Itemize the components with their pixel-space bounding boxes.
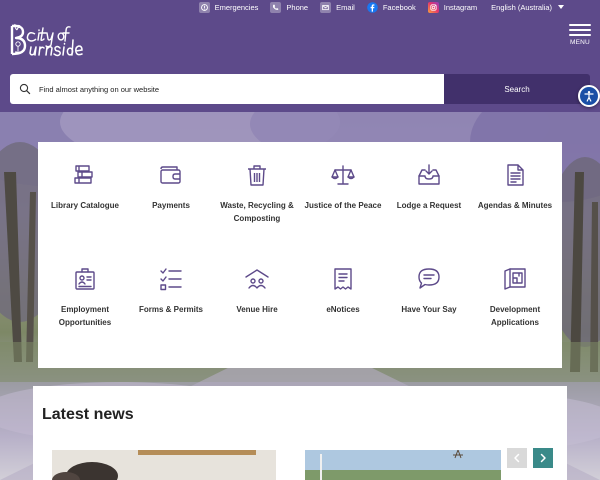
bin-icon: [244, 162, 270, 188]
carousel-prev-button[interactable]: [507, 448, 527, 468]
hamburger-icon-bar: [569, 34, 591, 36]
books-icon: [72, 162, 98, 188]
service-development-applications[interactable]: Development Applications: [472, 266, 558, 329]
facebook-label: Facebook: [382, 2, 416, 12]
facebook-link[interactable]: Facebook: [367, 1, 416, 13]
inbox-icon: [416, 162, 442, 188]
service-payments[interactable]: Payments: [128, 162, 214, 212]
language-select[interactable]: English (Australia): [491, 3, 564, 12]
service-have-your-say[interactable]: Have Your Say: [386, 266, 472, 316]
service-enotices[interactable]: eNotices: [300, 266, 386, 316]
menu-label: MENU: [570, 39, 590, 46]
search-button[interactable]: Search: [444, 74, 590, 104]
service-label: Venue Hire: [236, 305, 278, 314]
facebook-icon: [367, 1, 378, 13]
chevron-left-icon: [512, 453, 522, 463]
speech-bubble-icon: [416, 266, 442, 292]
instagram-icon: [427, 1, 439, 13]
language-label: English (Australia): [491, 2, 552, 12]
instagram-link[interactable]: Instagram: [427, 1, 478, 13]
service-forms-permits[interactable]: Forms & Permits: [128, 266, 214, 316]
wallet-icon: [158, 162, 184, 188]
service-label: Payments: [152, 201, 190, 210]
service-library-catalogue[interactable]: Library Catalogue: [42, 162, 128, 212]
plans-icon: [502, 266, 528, 292]
venue-icon: [244, 266, 270, 292]
menu-button[interactable]: MENU: [569, 24, 591, 46]
notice-icon: [330, 266, 356, 292]
emergencies-label: Emergencies: [214, 2, 259, 12]
hamburger-icon-bar: [569, 29, 591, 31]
service-lodge-a-request[interactable]: Lodge a Request: [386, 162, 472, 212]
service-agendas-minutes[interactable]: Agendas & Minutes: [472, 162, 558, 212]
service-label: eNotices: [326, 305, 360, 314]
news-card[interactable]: [305, 450, 501, 480]
service-label: Development Applications: [489, 305, 541, 327]
email-label: Email: [336, 2, 355, 12]
latest-news-section: Latest news: [33, 386, 567, 480]
checklist-icon: [158, 266, 184, 292]
service-label: Waste, Recycling & Composting: [220, 201, 294, 223]
utility-bar: Emergencies Phone Email Facebook Instagr…: [198, 0, 564, 14]
phone-label: Phone: [286, 2, 309, 12]
chevron-right-icon: [538, 453, 548, 463]
emergencies-link[interactable]: Emergencies: [198, 1, 259, 13]
city-of-burnside-logo[interactable]: [9, 21, 109, 59]
emergency-icon: [198, 1, 210, 13]
service-label: Employment Opportunities: [58, 305, 112, 327]
service-venue-hire[interactable]: Venue Hire: [214, 266, 300, 316]
service-label: Have Your Say: [401, 305, 457, 314]
scales-icon: [330, 162, 356, 188]
service-label: Lodge a Request: [396, 201, 462, 210]
accessibility-icon: [583, 90, 595, 102]
hamburger-icon: [569, 24, 591, 26]
service-justice-of-the-peace[interactable]: Justice of the Peace: [300, 162, 386, 212]
accessibility-button[interactable]: [578, 85, 600, 107]
email-icon: [320, 1, 332, 13]
news-card-image: [52, 450, 276, 480]
search-input[interactable]: [39, 84, 419, 94]
search-icon: [19, 83, 31, 95]
carousel-next-button[interactable]: [533, 448, 553, 468]
service-employment-opportunities[interactable]: Employment Opportunities: [42, 266, 128, 329]
id-badge-icon: [72, 266, 98, 292]
service-label: Library Catalogue: [50, 201, 119, 210]
news-card[interactable]: [52, 450, 276, 480]
service-label: Agendas & Minutes: [477, 201, 553, 210]
site-header: Emergencies Phone Email Facebook Instagr…: [0, 0, 600, 112]
site-search: Search: [10, 74, 590, 104]
service-label: Justice of the Peace: [304, 201, 382, 210]
news-card-image: [305, 450, 501, 480]
search-field: [10, 74, 444, 104]
email-link[interactable]: Email: [320, 1, 355, 13]
instagram-label: Instagram: [443, 2, 478, 12]
services-panel: Library Catalogue Payments Waste, Recycl…: [38, 142, 562, 368]
latest-news-heading: Latest news: [42, 406, 134, 423]
chevron-down-icon: [558, 5, 564, 9]
service-waste-recycling[interactable]: Waste, Recycling & Composting: [214, 162, 300, 225]
phone-icon: [270, 1, 282, 13]
document-icon: [502, 162, 528, 188]
service-label: Forms & Permits: [138, 305, 204, 314]
phone-link[interactable]: Phone: [270, 1, 309, 13]
